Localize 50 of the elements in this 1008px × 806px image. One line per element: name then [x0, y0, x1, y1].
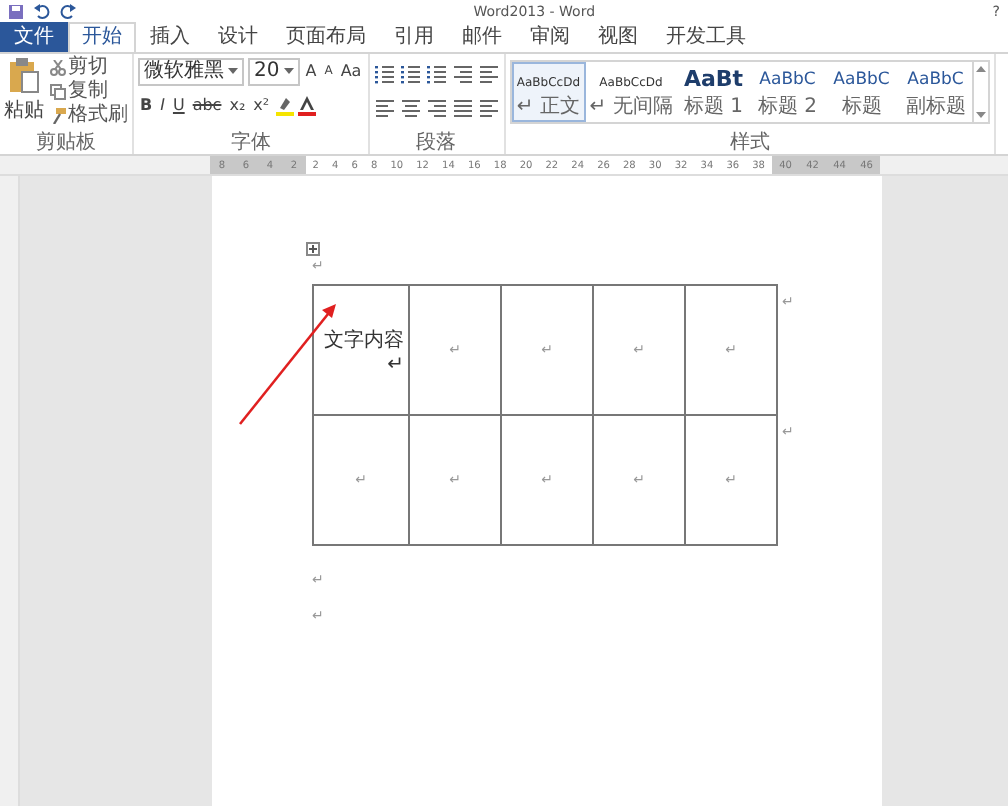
- justify-icon[interactable]: [451, 98, 474, 120]
- font-size-field[interactable]: 20: [248, 57, 300, 85]
- style-item[interactable]: AaBt 标题 1: [676, 62, 751, 122]
- format-button[interactable]: abc: [190, 96, 224, 114]
- style-item[interactable]: AaBbC 标题: [824, 62, 899, 122]
- style-item[interactable]: AaBbC 副标题: [898, 62, 973, 122]
- format-button[interactable]: U: [170, 96, 187, 114]
- font-name-field[interactable]: 微软雅黑: [138, 57, 244, 85]
- group-label: 样式: [727, 132, 772, 154]
- ribbon-tab[interactable]: 视图: [584, 22, 652, 52]
- grow-font-button[interactable]: A: [303, 62, 319, 80]
- style-item[interactable]: AaBbC 标题 2: [750, 62, 825, 122]
- ribbon-tab[interactable]: 插入: [136, 22, 204, 52]
- undo-icon[interactable]: [34, 3, 50, 19]
- group-label: 剪贴板: [34, 132, 98, 154]
- save-icon[interactable]: [8, 3, 24, 19]
- format-button[interactable]: x₂: [227, 96, 248, 114]
- format-painter-button[interactable]: 格式刷: [50, 104, 128, 128]
- table-cell: 文字内容↵: [313, 285, 409, 415]
- caret-icon: [228, 68, 238, 74]
- gallery-scrollbar[interactable]: [972, 62, 989, 122]
- ribbon-tab[interactable]: 审阅: [516, 22, 584, 52]
- change-case-button[interactable]: Aa: [338, 62, 364, 80]
- table-move-handle-icon[interactable]: [306, 242, 320, 256]
- ribbon-tab[interactable]: 引用: [380, 22, 448, 52]
- highlight-icon[interactable]: [275, 95, 294, 115]
- copy-icon: [50, 84, 66, 100]
- format-button[interactable]: B: [138, 96, 155, 114]
- caret-icon: [283, 68, 294, 74]
- group-label: 字体: [228, 132, 273, 154]
- ribbon-tab[interactable]: 开始: [68, 22, 136, 52]
- bullet-list-icon[interactable]: [373, 64, 396, 86]
- align-center-icon[interactable]: [399, 98, 422, 120]
- redo-icon[interactable]: [60, 3, 76, 19]
- ribbon-tab[interactable]: 页面布局: [272, 22, 380, 52]
- paste-button[interactable]: 粘贴: [4, 56, 44, 124]
- group-label: 段落: [414, 132, 459, 154]
- brush-icon: [50, 108, 66, 124]
- scissors-icon: [50, 60, 66, 76]
- font-color-icon[interactable]: [297, 95, 316, 115]
- align-left-icon[interactable]: [373, 98, 396, 120]
- ribbon-tab[interactable]: 开发工具: [652, 22, 760, 52]
- format-button[interactable]: x²: [251, 96, 272, 114]
- ribbon-tab[interactable]: 设计: [204, 22, 272, 52]
- file-tab[interactable]: 文件: [0, 22, 68, 52]
- cut-button[interactable]: 剪切: [50, 56, 128, 80]
- format-button[interactable]: I: [158, 96, 167, 114]
- align-right-icon[interactable]: [425, 98, 448, 120]
- copy-button[interactable]: 复制: [50, 80, 128, 104]
- ribbon-tab[interactable]: 邮件: [448, 22, 516, 52]
